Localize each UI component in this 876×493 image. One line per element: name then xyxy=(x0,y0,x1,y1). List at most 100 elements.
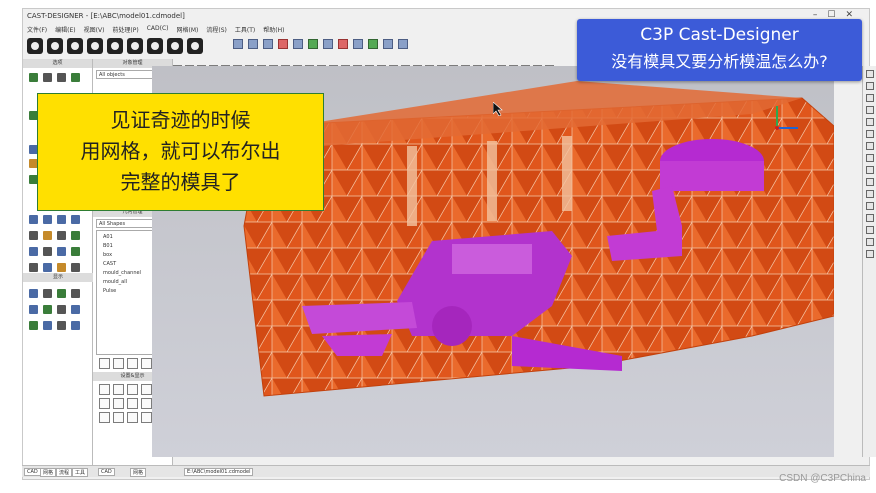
tool-icon[interactable] xyxy=(99,412,110,423)
search-icon[interactable] xyxy=(167,38,183,54)
tool-icon[interactable] xyxy=(866,226,874,234)
tool-icon[interactable] xyxy=(57,321,66,330)
tool-icon[interactable] xyxy=(866,94,874,102)
tool-icon[interactable] xyxy=(398,39,408,49)
tool-icon[interactable] xyxy=(43,263,52,272)
import-icon[interactable] xyxy=(87,38,103,54)
delete-icon[interactable] xyxy=(141,358,152,369)
tool-icon[interactable] xyxy=(127,412,138,423)
tool-icon[interactable] xyxy=(71,247,80,256)
save-file-icon[interactable] xyxy=(67,38,83,54)
tool-icon[interactable] xyxy=(57,289,66,298)
tool-icon[interactable] xyxy=(141,412,152,423)
tool-icon[interactable] xyxy=(866,238,874,246)
tool-icon[interactable] xyxy=(71,231,80,240)
tool-icon[interactable] xyxy=(57,215,66,224)
tab-mesh-2[interactable]: 网格 xyxy=(130,468,147,477)
tool-icon[interactable] xyxy=(29,289,38,298)
tool-icon[interactable] xyxy=(866,130,874,138)
tool-icon[interactable] xyxy=(43,247,52,256)
menu-pre[interactable]: 前处理(P) xyxy=(112,25,138,34)
tool-icon[interactable] xyxy=(71,289,80,298)
menu-help[interactable]: 帮助(H) xyxy=(263,25,284,34)
tool-icon[interactable] xyxy=(308,39,318,49)
tool-icon[interactable] xyxy=(141,398,152,409)
menu-cad[interactable]: CAD(C) xyxy=(147,25,169,33)
result-icon[interactable] xyxy=(187,38,203,54)
tool-icon[interactable] xyxy=(127,398,138,409)
tool-icon[interactable] xyxy=(29,305,38,314)
tool-icon[interactable] xyxy=(29,321,38,330)
tool-icon[interactable] xyxy=(323,39,333,49)
tool-icon[interactable] xyxy=(43,289,52,298)
document-tab[interactable]: E:\ABC\model01.cdmodel xyxy=(184,468,254,476)
tool-icon[interactable] xyxy=(263,39,273,49)
tool-icon[interactable] xyxy=(866,82,874,90)
tool-icon[interactable] xyxy=(353,39,363,49)
tool-icon[interactable] xyxy=(866,142,874,150)
tool-icon[interactable] xyxy=(233,39,243,49)
mesh-icon[interactable] xyxy=(127,38,143,54)
tool-icon[interactable] xyxy=(866,178,874,186)
simulate-icon[interactable] xyxy=(147,38,163,54)
tool-icon[interactable] xyxy=(99,398,110,409)
edit-icon[interactable] xyxy=(99,358,110,369)
tool-icon[interactable] xyxy=(71,73,80,82)
tool-icon[interactable] xyxy=(113,412,124,423)
tool-icon[interactable] xyxy=(127,384,138,395)
tool-icon[interactable] xyxy=(866,106,874,114)
export-icon[interactable] xyxy=(107,38,123,54)
tool-icon[interactable] xyxy=(113,398,124,409)
tool-icon[interactable] xyxy=(383,39,393,49)
menu-mesh[interactable]: 网格(M) xyxy=(177,25,199,34)
tool-icon[interactable] xyxy=(29,263,38,272)
tool-icon[interactable] xyxy=(71,305,80,314)
tool-icon[interactable] xyxy=(113,384,124,395)
tab-process[interactable]: 流程 xyxy=(56,468,73,477)
add-icon[interactable] xyxy=(113,358,124,369)
new-file-icon[interactable] xyxy=(27,38,43,54)
menu-process[interactable]: 流程(S) xyxy=(206,25,227,34)
tool-icon[interactable] xyxy=(338,39,348,49)
tab-cad[interactable]: CAD xyxy=(24,468,41,476)
tool-icon[interactable] xyxy=(866,118,874,126)
tool-icon[interactable] xyxy=(71,321,80,330)
tool-icon[interactable] xyxy=(29,231,38,240)
tab-mesh[interactable]: 网格 xyxy=(40,468,57,477)
tool-icon[interactable] xyxy=(57,247,66,256)
tool-icon[interactable] xyxy=(278,39,288,49)
tool-icon[interactable] xyxy=(43,231,52,240)
tool-icon[interactable] xyxy=(248,39,258,49)
open-file-icon[interactable] xyxy=(47,38,63,54)
tool-icon[interactable] xyxy=(29,247,38,256)
tool-icon[interactable] xyxy=(866,166,874,174)
tool-icon[interactable] xyxy=(57,263,66,272)
menu-file[interactable]: 文件(F) xyxy=(27,25,47,34)
tool-icon[interactable] xyxy=(99,384,110,395)
tool-icon[interactable] xyxy=(57,305,66,314)
tool-icon[interactable] xyxy=(43,305,52,314)
tool-icon[interactable] xyxy=(141,384,152,395)
tool-icon[interactable] xyxy=(71,263,80,272)
add-icon[interactable] xyxy=(29,73,38,82)
tab-tools[interactable]: 工具 xyxy=(72,468,89,477)
tool-icon[interactable] xyxy=(29,215,38,224)
menu-edit[interactable]: 编辑(E) xyxy=(55,25,75,34)
tool-icon[interactable] xyxy=(43,321,52,330)
tool-icon[interactable] xyxy=(866,190,874,198)
copy-icon[interactable] xyxy=(127,358,138,369)
menu-view[interactable]: 视图(V) xyxy=(84,25,105,34)
tool-icon[interactable] xyxy=(866,214,874,222)
tool-icon[interactable] xyxy=(866,250,874,258)
tool-icon[interactable] xyxy=(866,202,874,210)
tool-icon[interactable] xyxy=(71,215,80,224)
equal-icon[interactable] xyxy=(57,73,66,82)
tool-icon[interactable] xyxy=(293,39,303,49)
tool-icon[interactable] xyxy=(866,70,874,78)
tool-icon[interactable] xyxy=(368,39,378,49)
tool-icon[interactable] xyxy=(57,231,66,240)
tab-cad-2[interactable]: CAD xyxy=(98,468,115,476)
minus-icon[interactable] xyxy=(43,73,52,82)
tool-icon[interactable] xyxy=(866,154,874,162)
tool-icon[interactable] xyxy=(43,215,52,224)
